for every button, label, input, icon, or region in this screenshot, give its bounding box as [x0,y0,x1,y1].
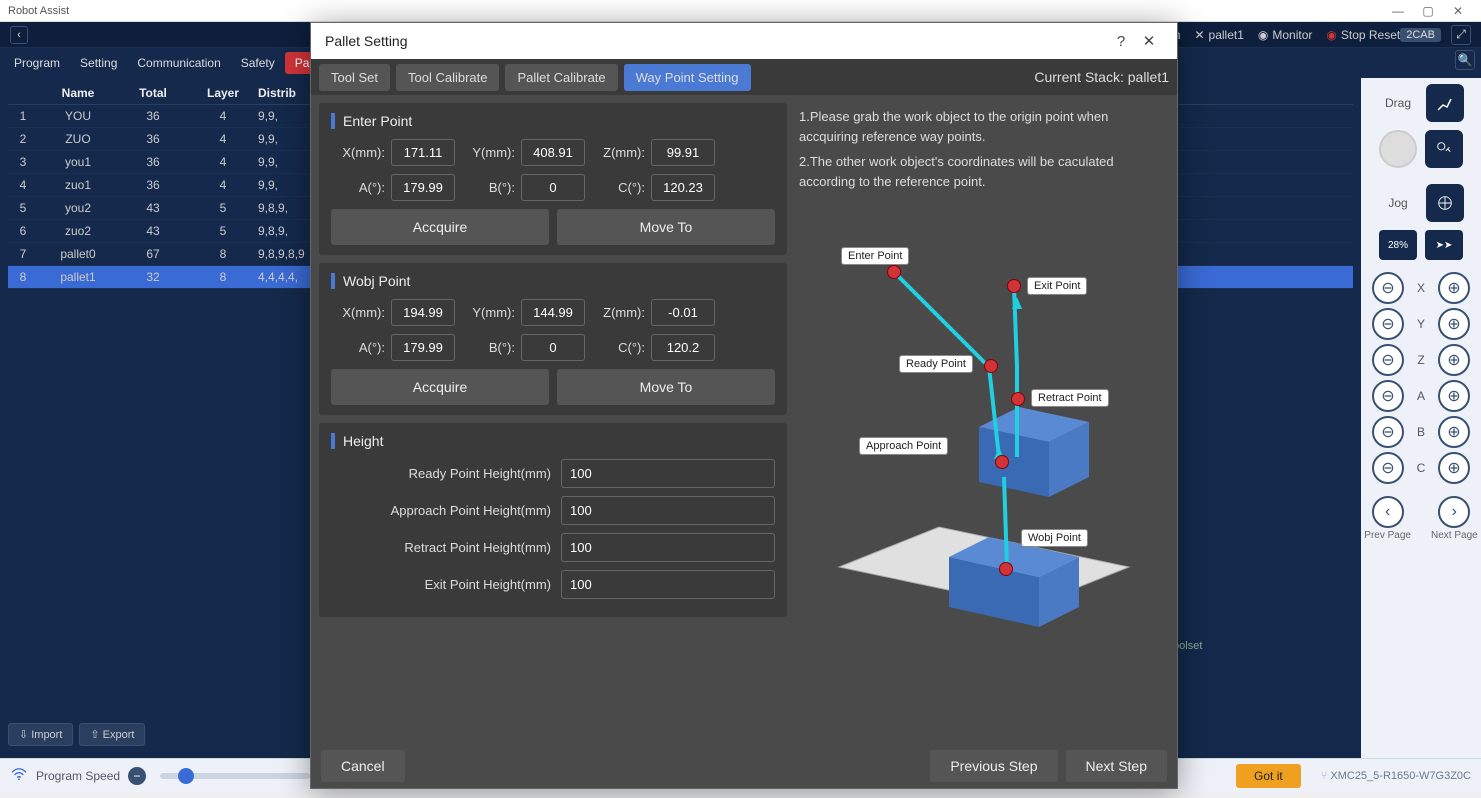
enter-x-input[interactable] [391,139,455,166]
jog-y-plus-button[interactable]: ⊕ [1438,308,1470,340]
instruction-2: 2.The other work object's coordinates wi… [799,152,1165,191]
height-card: Height Ready Point Height(mm) Approach P… [319,423,787,617]
import-button[interactable]: ⇩Import [8,723,73,746]
wobj-point-card: Wobj Point X(mm): Y(mm): Z(mm): A(°): B(… [319,263,787,415]
wobj-c-input[interactable] [651,334,715,361]
enter-point-card: Enter Point X(mm): Y(mm): Z(mm): A(°): B… [319,103,787,255]
fork-icon: ⑂ [1321,770,1331,782]
app-title: Robot Assist [8,5,69,17]
tab-pallet-calibrate[interactable]: Pallet Calibrate [505,64,617,91]
instruction-1: 1.Please grab the work object to the ori… [799,107,1165,146]
menu-safety[interactable]: Safety [231,52,285,74]
pallet-setting-dialog: Pallet Setting ? ✕ Tool Set Tool Calibra… [310,22,1178,789]
coord-mode-button[interactable] [1426,184,1464,222]
enter-a-input[interactable] [391,174,455,201]
stop-icon: ◉ [1326,28,1336,42]
wifi-icon [10,767,28,784]
exit-height-input[interactable] [561,570,775,599]
wobj-z-input[interactable] [651,299,715,326]
wobj-x-input[interactable] [391,299,455,326]
tab-tool-set[interactable]: Tool Set [319,64,390,91]
help-button[interactable]: ? [1107,29,1135,53]
previous-step-button[interactable]: Previous Step [930,750,1057,782]
drag-knob[interactable] [1379,130,1417,168]
jog-z-plus-button[interactable]: ⊕ [1438,344,1470,376]
speed-minus-button[interactable]: − [128,767,146,785]
chevron-right-icon: › [1438,496,1470,528]
os-titlebar: Robot Assist — ▢ ✕ [0,0,1481,22]
speed-display[interactable]: 28% [1379,230,1417,260]
teach-button[interactable] [1425,130,1463,168]
topbar-stopreset[interactable]: ◉Stop Reset [1326,28,1400,42]
eye-icon: ◉ [1258,28,1268,42]
expand-icon[interactable]: ⤢ [1451,25,1471,45]
wrench-icon: ✕ [1194,28,1204,42]
axis-label: X [1414,281,1428,295]
retract-height-input[interactable] [561,533,775,562]
jog-x-plus-button[interactable]: ⊕ [1438,272,1470,304]
download-icon: ⇩ [19,728,28,741]
enter-y-input[interactable] [521,139,585,166]
jog-label: Jog [1378,196,1418,210]
axis-label: A [1414,389,1428,403]
menu-program[interactable]: Program [4,52,70,74]
enter-moveto-button[interactable]: Move To [557,209,775,245]
dialog-close-button[interactable]: ✕ [1135,29,1163,53]
prev-page-button[interactable]: ‹Prev Page [1364,496,1411,541]
enter-b-input[interactable] [521,174,585,201]
controller-code: ⑂ XMC25_5-R1650-W7G3Z0C [1321,770,1471,782]
topbar-pallet[interactable]: ✕pallet1 [1194,28,1243,42]
export-button[interactable]: ⇧Export [79,723,145,746]
current-stack-label: Current Stack: pallet1 [1034,69,1169,85]
wobj-b-input[interactable] [521,334,585,361]
wobj-acquire-button[interactable]: Accquire [331,369,549,405]
tab-way-point-setting[interactable]: Way Point Setting [624,64,751,91]
drag-mode-button[interactable] [1426,84,1464,122]
program-speed-label: Program Speed [36,769,120,783]
approach-height-input[interactable] [561,496,775,525]
enter-acquire-button[interactable]: Accquire [331,209,549,245]
back-button[interactable]: ‹ [10,26,28,44]
axis-label: Z [1414,353,1428,367]
axis-label: C [1414,461,1428,475]
upload-icon: ⇧ [90,728,99,741]
wobj-moveto-button[interactable]: Move To [557,369,775,405]
wobj-a-input[interactable] [391,334,455,361]
drag-label: Drag [1378,96,1418,110]
next-step-button[interactable]: Next Step [1066,750,1167,782]
waypoint-diagram: Enter Point Exit Point Ready Point Retra… [799,197,1165,732]
step-mode-button[interactable]: ➤➤ [1425,230,1463,260]
maximize-button[interactable]: ▢ [1413,2,1443,20]
axis-label: Y [1414,317,1428,331]
search-icon[interactable]: 🔍 [1455,50,1475,70]
axis-label: B [1414,425,1428,439]
jog-y-minus-button[interactable]: ⊖ [1372,308,1404,340]
minimize-button[interactable]: — [1383,2,1413,20]
cab-badge: 2CAB [1400,28,1441,42]
close-button[interactable]: ✕ [1443,2,1473,20]
enter-c-input[interactable] [651,174,715,201]
jog-x-minus-button[interactable]: ⊖ [1372,272,1404,304]
jog-b-plus-button[interactable]: ⊕ [1438,416,1470,448]
topbar-monitor[interactable]: ◉Monitor [1258,28,1313,42]
jog-c-plus-button[interactable]: ⊕ [1438,452,1470,484]
gotit-button[interactable]: Got it [1236,764,1301,788]
jog-z-minus-button[interactable]: ⊖ [1372,344,1404,376]
jog-b-minus-button[interactable]: ⊖ [1372,416,1404,448]
next-page-button[interactable]: ›Next Page [1431,496,1478,541]
tab-tool-calibrate[interactable]: Tool Calibrate [396,64,500,91]
dialog-title: Pallet Setting [325,33,408,49]
ready-height-input[interactable] [561,459,775,488]
menu-communication[interactable]: Communication [127,52,230,74]
jog-a-plus-button[interactable]: ⊕ [1438,380,1470,412]
enter-z-input[interactable] [651,139,715,166]
jog-c-minus-button[interactable]: ⊖ [1372,452,1404,484]
cancel-button[interactable]: Cancel [321,750,405,782]
wobj-y-input[interactable] [521,299,585,326]
menu-setting[interactable]: Setting [70,52,127,74]
chevron-left-icon: ‹ [1372,496,1404,528]
speed-slider[interactable] [160,773,310,779]
jog-a-minus-button[interactable]: ⊖ [1372,380,1404,412]
jog-panel: Drag Jog 28% ➤➤ ⊖ X ⊕ ⊖ Y ⊕ ⊖ Z ⊕ ⊖ A ⊕ ⊖ B ⊕ ⊖ C ⊕ ‹Prev… [1361,78,1481,758]
